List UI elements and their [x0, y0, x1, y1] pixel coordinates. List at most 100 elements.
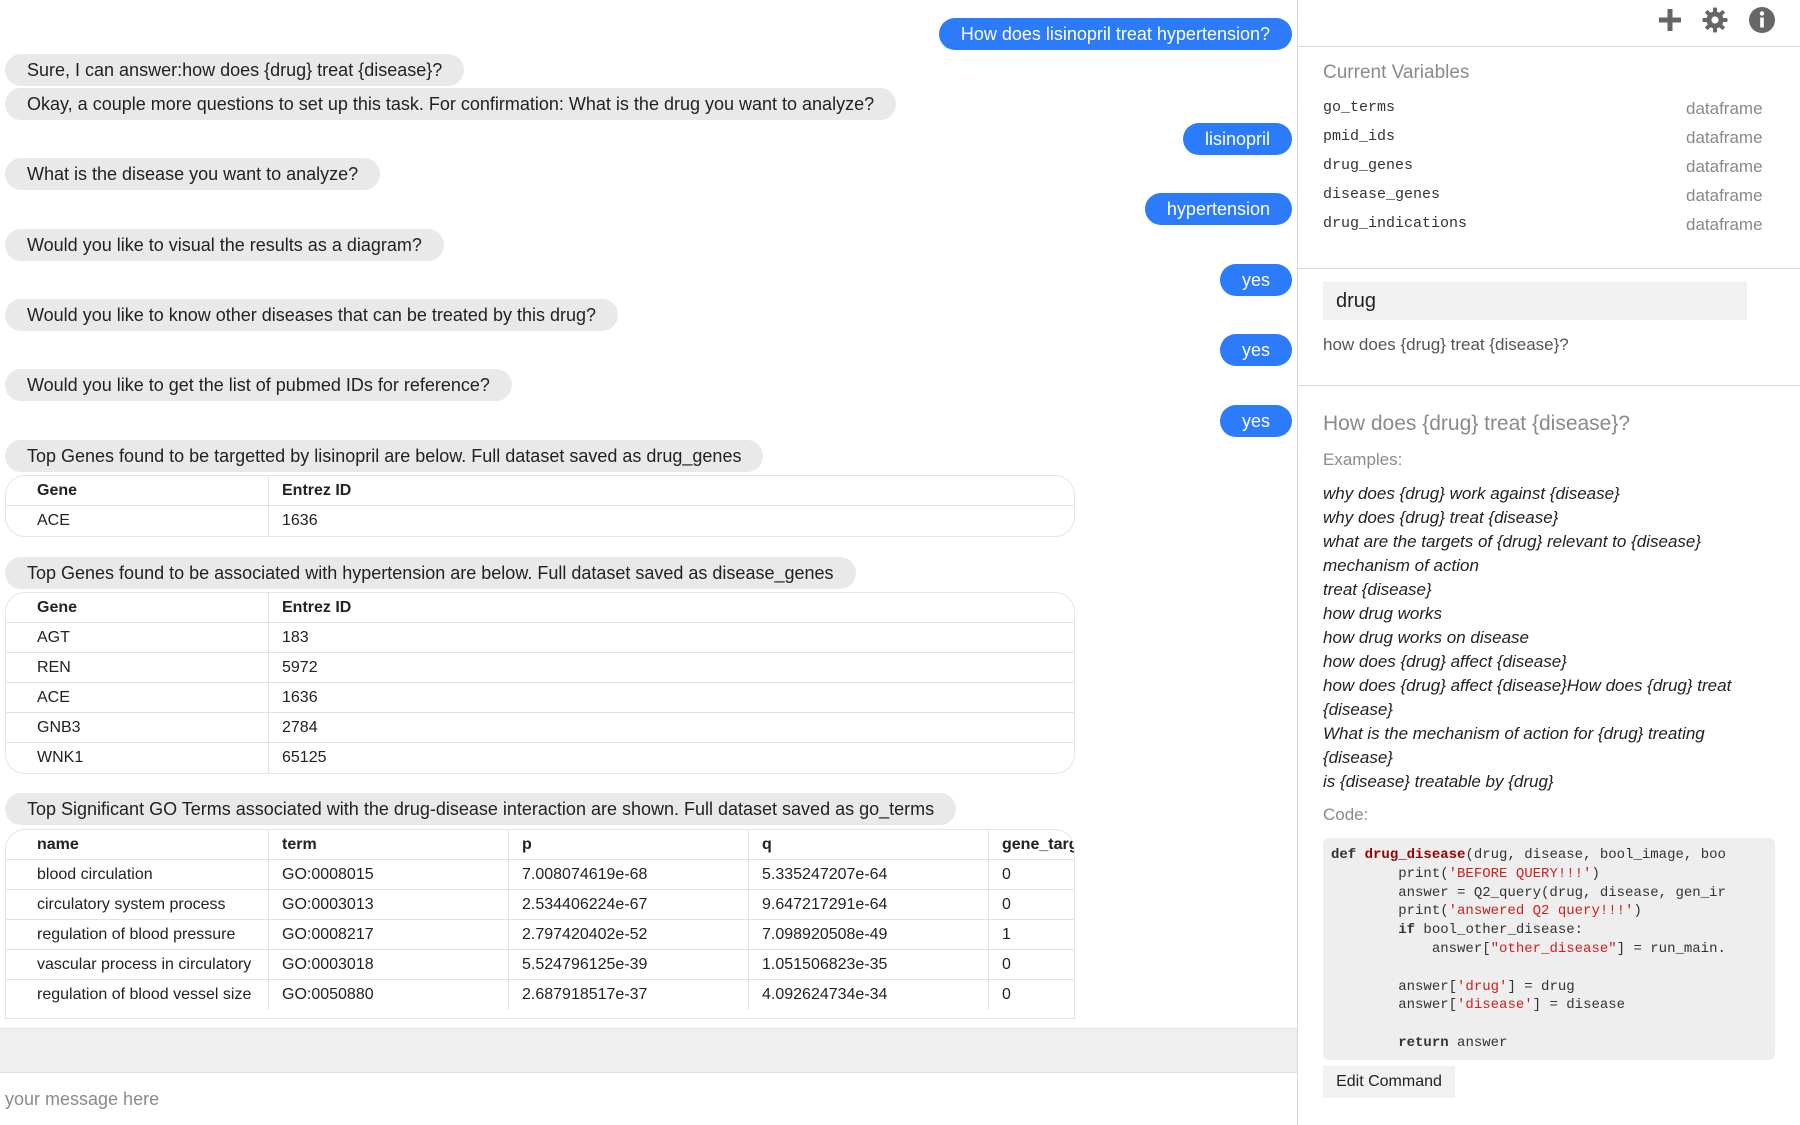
column-header: Entrez ID — [282, 482, 352, 499]
table-cell: 7.008074619e-68 — [509, 860, 749, 889]
variable-type: dataframe — [1686, 186, 1763, 205]
divider — [1298, 385, 1800, 386]
message-input[interactable] — [0, 1073, 1297, 1125]
table-row: circulatory system process GO:0003013 2.… — [6, 890, 1074, 920]
variable-type: dataframe — [1686, 157, 1763, 176]
table-row: AGT 183 — [6, 623, 1074, 653]
code-block[interactable]: def drug_disease(drug, disease, bool_ima… — [1323, 838, 1775, 1060]
table-cell: 2.797420402e-52 — [509, 920, 749, 949]
bot-message: Top Significant GO Terms associated with… — [5, 793, 957, 825]
command-heading: How does {drug} treat {disease}? — [1323, 412, 1631, 435]
user-message: lisinopril — [1182, 123, 1292, 155]
table-cell: REN — [6, 653, 269, 682]
table-cell: GO:0003013 — [269, 890, 509, 919]
chat-pane: How does lisinopril treat hypertension? … — [0, 0, 1297, 1125]
table-cell: GO:0003018 — [269, 950, 509, 979]
example-item: why does {drug} treat {disease} — [1323, 508, 1559, 527]
table-cell: 1 — [1002, 926, 1011, 943]
table-row: GNB3 2784 — [6, 713, 1074, 743]
table-row: REN 5972 — [6, 653, 1074, 683]
table-cell: 65125 — [282, 749, 327, 766]
variable-name: drug_genes — [1323, 157, 1414, 174]
table-cell: 0 — [1002, 956, 1011, 973]
table-cell: 0 — [1002, 986, 1011, 1003]
table-header-row: Gene Entrez ID — [6, 476, 1074, 506]
example-item: is {disease} treatable by {drug} — [1323, 772, 1554, 791]
column-header: name — [6, 830, 269, 859]
column-header: q — [749, 830, 989, 859]
table-cell: 183 — [282, 629, 309, 646]
variable-name: go_terms — [1323, 99, 1396, 116]
drug-genes-table: Gene Entrez ID ACE 1636 — [5, 475, 1075, 537]
column-header: gene_targ — [1002, 836, 1074, 853]
example-item: why does {drug} work against {disease} — [1323, 484, 1620, 503]
command-template: how does {drug} treat {disease}? — [1323, 335, 1569, 354]
example-item: treat {disease} — [1323, 580, 1432, 599]
column-header: Gene — [6, 476, 269, 505]
edit-command-button[interactable]: Edit Command — [1323, 1066, 1455, 1098]
column-header: Gene — [6, 593, 269, 622]
table-cell: regulation of blood pressure — [6, 920, 269, 949]
code-label: Code: — [1323, 805, 1369, 824]
message-list: How does lisinopril treat hypertension? … — [0, 0, 1297, 1028]
example-item: what are the targets of {drug} relevant … — [1323, 532, 1702, 551]
table-cell: regulation of blood vessel size — [6, 980, 269, 1010]
code-text: def drug_disease(drug, disease, bool_ima… — [1331, 847, 1726, 1051]
command-name[interactable]: drug — [1323, 282, 1747, 320]
bot-message: Would you like to get the list of pubmed… — [5, 369, 512, 401]
bot-message: Okay, a couple more questions to set up … — [5, 88, 897, 120]
disease-genes-table: Gene Entrez ID AGT 183 REN 5972 ACE 1636… — [5, 592, 1075, 774]
user-message: yes — [1219, 334, 1292, 366]
table-cell: ACE — [6, 683, 269, 712]
examples-label: Examples: — [1323, 450, 1403, 469]
variable-row[interactable]: drug_genes dataframe — [1323, 157, 1763, 181]
variable-row[interactable]: drug_indications dataframe — [1323, 215, 1763, 239]
bot-message: Top Genes found to be associated with hy… — [5, 557, 856, 589]
bot-message: Would you like to visual the results as … — [5, 229, 444, 261]
table-cell: AGT — [6, 623, 269, 652]
table-cell: 1.051506823e-35 — [749, 950, 989, 979]
table-cell: 0 — [1002, 866, 1011, 883]
table-cell: 5.524796125e-39 — [509, 950, 749, 979]
example-item: how drug works — [1323, 604, 1443, 623]
table-cell: 0 — [1002, 896, 1011, 913]
variable-row[interactable]: pmid_ids dataframe — [1323, 128, 1763, 152]
table-cell: vascular process in circulatory — [6, 950, 269, 979]
column-header: Entrez ID — [282, 599, 352, 616]
user-message: yes — [1219, 405, 1292, 437]
table-cell: GO:0008217 — [269, 920, 509, 949]
variable-type: dataframe — [1686, 128, 1763, 147]
variable-row[interactable]: go_terms dataframe — [1323, 99, 1763, 123]
table-cell: GNB3 — [6, 713, 269, 742]
table-cell: WNK1 — [6, 743, 269, 773]
input-divider — [0, 1028, 1297, 1073]
go-terms-table: name term p q gene_targ blood circulatio… — [5, 829, 1075, 1019]
table-cell: 1636 — [282, 689, 318, 706]
table-cell: 1636 — [282, 512, 318, 529]
table-cell: 5972 — [282, 659, 318, 676]
bot-message: Sure, I can answer:how does {drug} treat… — [5, 54, 465, 86]
variable-type: dataframe — [1686, 99, 1763, 118]
table-row: blood circulation GO:0008015 7.008074619… — [6, 860, 1074, 890]
table-cell: 4.092624734e-34 — [749, 980, 989, 1010]
table-cell: 2784 — [282, 719, 318, 736]
example-item: mechanism of action — [1323, 556, 1479, 575]
bot-message: Would you like to know other diseases th… — [5, 299, 619, 331]
table-row: vascular process in circulatory GO:00030… — [6, 950, 1074, 980]
table-cell: 7.098920508e-49 — [749, 920, 989, 949]
divider — [1298, 46, 1800, 47]
variable-name: pmid_ids — [1323, 128, 1396, 145]
variable-row[interactable]: disease_genes dataframe — [1323, 186, 1763, 210]
example-item: What is the mechanism of action for {dru… — [1323, 724, 1705, 767]
plus-icon[interactable] — [1656, 6, 1684, 34]
table-header-row: name term p q gene_targ — [6, 830, 1074, 860]
variable-name: disease_genes — [1323, 186, 1441, 203]
bot-message: Top Genes found to be targetted by lisin… — [5, 440, 764, 472]
table-header-row: Gene Entrez ID — [6, 593, 1074, 623]
user-message: yes — [1219, 264, 1292, 296]
divider — [1298, 268, 1800, 269]
gear-icon[interactable] — [1701, 6, 1729, 34]
table-cell: 2.687918517e-37 — [509, 980, 749, 1010]
table-cell: circulatory system process — [6, 890, 269, 919]
info-icon[interactable] — [1748, 6, 1776, 34]
